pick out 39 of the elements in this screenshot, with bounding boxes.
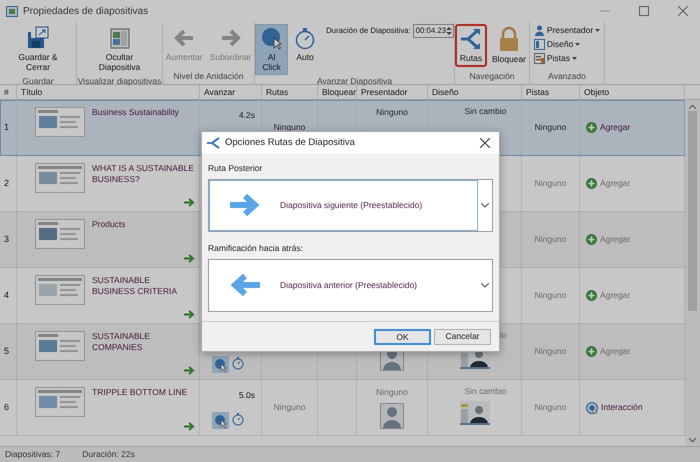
routes-value: Ninguno (274, 121, 306, 134)
tracks-value: Ninguno (534, 177, 566, 190)
presenter-value: Ninguno (376, 386, 408, 399)
slide-title: Business Sustainability (92, 107, 180, 118)
group-label: Avanzado (547, 70, 587, 83)
slide-count: Diapositivas: 7 (5, 448, 60, 461)
row-number: 2 (4, 176, 10, 190)
row-number: 6 (4, 400, 10, 414)
total-duration: Duración: 22s (82, 448, 135, 461)
design-value: Sin cambio (464, 106, 506, 116)
slide-title: Products (92, 219, 127, 230)
slide-title: SUSTAINABLE COMPANIES (92, 331, 151, 354)
presenter-value: Ninguno (376, 106, 408, 119)
slide-title: TRIPPLE BOTTOM LINE (92, 387, 188, 398)
window-title: Propiedades de diapositivas (23, 4, 148, 18)
group-label: Navegación (468, 70, 516, 83)
tracks-value: Ninguno (534, 345, 566, 358)
routes-value: Ninguno (274, 401, 306, 414)
tracks-value: Ninguno (534, 401, 566, 414)
tracks-value: Ninguno (534, 233, 566, 246)
row-number: 4 (4, 288, 10, 302)
advance-time: 4.2s (238, 109, 255, 122)
group-label: Visualizar diapositivas (77, 74, 162, 88)
group-label: Nivel de Anidación (172, 70, 244, 83)
field-label: Ruta Posterior (208, 162, 264, 175)
tracks-value: Ninguno (534, 289, 566, 302)
group-label: Guardar (21, 74, 55, 88)
field-label: Ramificación hacia atrás: (208, 242, 304, 254)
advance-time: 5.0s (238, 389, 255, 402)
slide-title: WHAT IS A SUSTAINABLE BUSINESS? (92, 163, 195, 186)
row-number: 5 (4, 344, 10, 358)
row-number: 1 (4, 120, 10, 134)
group-label: Avanzar Diapositiva (316, 74, 393, 88)
design-value: Sin cambio (464, 386, 506, 396)
design-value: lo (500, 330, 506, 340)
slide-title: SUSTAINABLE BUSINESS CRITERIA (92, 275, 178, 298)
row-number: 3 (4, 232, 10, 246)
tracks-value: Ninguno (534, 121, 566, 134)
dialog-title: Opciones Rutas de Diapositiva (225, 136, 355, 150)
